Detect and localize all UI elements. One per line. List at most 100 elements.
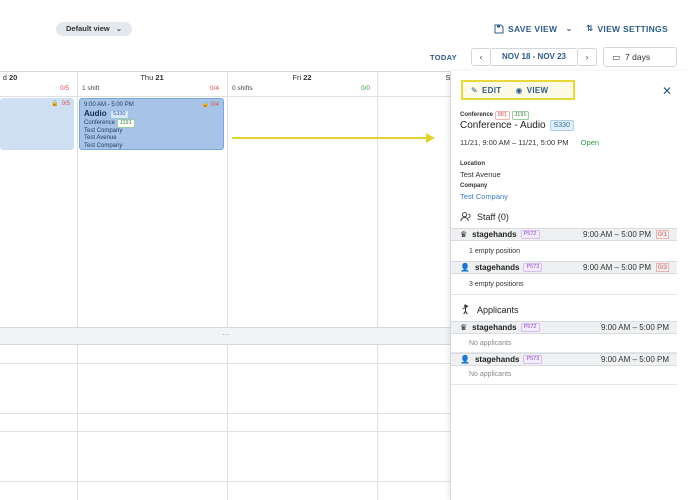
divider — [451, 294, 677, 295]
calendar-grid: d 20 Thu 21 Fri 22 Sa 0/5 1 shift 0/4 0 … — [0, 71, 452, 500]
position-count: 0/3 — [655, 263, 669, 272]
person-icon: 👤 — [460, 263, 470, 272]
chevron-down-icon: ⌄ — [565, 23, 573, 33]
divider — [451, 384, 677, 385]
crown-icon: ♛ — [460, 230, 468, 239]
default-view-dropdown[interactable]: Default view ⌄ — [56, 22, 133, 36]
lock-icon: 🔒 — [201, 102, 209, 108]
date-range-label: NOV 18 - NOV 23 — [491, 48, 577, 66]
panel-title: Conference - Audio S330 — [460, 120, 574, 131]
position-name: stagehands — [474, 263, 520, 272]
drag-handle-icon: ··· — [222, 330, 230, 339]
person-icon: 👤 — [460, 355, 470, 364]
staff-icon — [460, 212, 471, 222]
row-divider — [0, 413, 452, 414]
position-tag: P573 — [523, 355, 543, 364]
shift-count-badge: 0/5 — [60, 85, 70, 92]
panel-title-text: Conference - Audio — [460, 120, 546, 131]
position-tag: P572 — [520, 230, 540, 239]
eye-icon: ◉ — [515, 85, 523, 95]
day-number: 22 — [303, 73, 312, 82]
company-link[interactable]: Test Company — [460, 192, 508, 201]
shift-count-badge: 0/4 — [210, 85, 220, 92]
chevron-left-icon: ‹ — [479, 52, 483, 62]
applicant-icon — [462, 304, 469, 315]
chevron-right-icon: › — [585, 52, 589, 62]
position-status: 1 empty position — [469, 248, 520, 255]
prev-week-button[interactable]: ‹ — [471, 48, 491, 66]
day-header-wed: d 20 — [0, 72, 20, 84]
applicant-row[interactable]: 👤 stagehands P573 9:00 AM – 5:00 PM — [451, 353, 677, 366]
position-time: 9:00 AM – 5:00 PM — [600, 355, 669, 364]
position-status: 3 empty positions — [469, 281, 524, 288]
next-week-button[interactable]: › — [577, 48, 597, 66]
day-number: 21 — [155, 73, 164, 82]
row-divider — [0, 481, 452, 482]
position-time: 9:00 AM – 5:00 PM — [582, 230, 651, 239]
view-settings-button[interactable]: ⇅ VIEW SETTINGS — [586, 23, 668, 34]
event-type-row: Conference 881 J191 — [460, 111, 530, 120]
job-tag: J191 — [511, 111, 530, 120]
day-number: 20 — [8, 73, 18, 82]
edit-label: EDIT — [482, 85, 502, 95]
annotation-arrow — [232, 137, 428, 139]
view-label: VIEW — [526, 85, 549, 95]
section-resize-band[interactable]: ··· — [0, 327, 452, 345]
applicants-title-text: Applicants — [477, 304, 519, 315]
shift-count-label: 1 shift — [82, 85, 100, 92]
position-tag: P573 — [523, 263, 543, 272]
view-button[interactable]: ◉ VIEW — [515, 86, 548, 95]
view-settings-label: VIEW SETTINGS — [597, 23, 668, 34]
shift-company: Test Company — [84, 127, 123, 134]
column-divider — [77, 72, 78, 500]
position-name: stagehands — [474, 355, 520, 364]
column-divider — [227, 72, 228, 500]
staff-row[interactable]: ♛ stagehands P572 9:00 AM – 5:00 PM 0/1 — [451, 228, 677, 241]
pencil-icon: ✎ — [471, 85, 479, 95]
shift-event-type: Conference — [84, 119, 116, 126]
shift-location: Test Avenue — [84, 135, 117, 142]
position-name: stagehands — [472, 323, 517, 332]
row-divider — [0, 431, 452, 432]
company-label: Company — [460, 183, 488, 189]
staff-title-text: Staff (0) — [477, 211, 509, 222]
shift-card-selected[interactable]: 9:00 AM - 5:00 PM 🔒 0/4 Audio S330 Confe… — [79, 98, 224, 150]
applicant-row[interactable]: ♛ stagehands P572 9:00 AM – 5:00 PM — [451, 321, 677, 334]
day-label: d — [2, 73, 7, 82]
day-header-thu: Thu 21 — [77, 72, 227, 84]
row-divider — [0, 363, 452, 364]
shift-company-2: Test Company — [84, 142, 123, 149]
applicants-section-title: Applicants — [460, 304, 519, 315]
day-label: Fri — [292, 73, 302, 82]
shift-card[interactable]: 🔒 0/5 — [0, 98, 74, 150]
staff-section-title: Staff (0) — [460, 211, 509, 222]
today-button[interactable]: TODAY — [430, 53, 457, 62]
row-divider — [0, 96, 452, 97]
annotation-arrow-head — [426, 133, 435, 143]
edit-button[interactable]: ✎ EDIT — [471, 86, 501, 95]
event-type: Conference — [460, 112, 494, 118]
sort-icon: ⇅ — [586, 23, 594, 33]
position-time: 9:00 AM – 5:00 PM — [600, 323, 669, 332]
lock-icon: 🔒 — [51, 101, 59, 107]
applicant-status: No applicants — [469, 340, 512, 347]
position-tag: P572 — [520, 323, 540, 332]
position-name: stagehands — [472, 230, 517, 239]
view-pill-label: Default view — [66, 24, 110, 33]
shift-title: Audio — [84, 109, 107, 119]
save-view-label: SAVE VIEW — [508, 23, 558, 34]
applicant-status: No applicants — [469, 371, 512, 378]
close-icon[interactable]: ✕ — [662, 84, 672, 98]
shift-count-badge: 0/0 — [361, 85, 371, 92]
highlighted-actions: ✎ EDIT ◉ VIEW — [461, 80, 575, 100]
status-badge: Open — [580, 138, 599, 147]
panel-title-tag: S330 — [549, 120, 574, 131]
staff-row[interactable]: 👤 stagehands P573 9:00 AM – 5:00 PM 0/3 — [451, 261, 677, 274]
shift-card-count: 0/5 — [61, 101, 70, 107]
shift-datetime: 11/21, 9:00 AM – 11/21, 5:00 PM — [460, 138, 569, 147]
day-label: Thu — [140, 73, 154, 82]
location-label: Location — [460, 161, 485, 167]
day-header-fri: Fri 22 — [227, 72, 377, 84]
save-view-button[interactable]: SAVE VIEW ⌄ — [494, 23, 573, 34]
days-select[interactable]: ▭ 7 days — [603, 47, 677, 67]
